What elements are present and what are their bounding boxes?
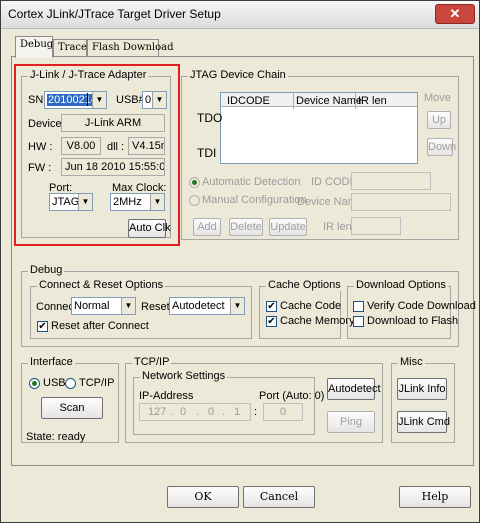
network-settings-legend: Network Settings — [140, 370, 228, 382]
cache-memory-checkbox[interactable]: ✔ — [266, 316, 277, 327]
up-button[interactable]: Up — [427, 111, 451, 129]
ok-button[interactable]: OK — [167, 486, 239, 508]
down-button[interactable]: Down — [427, 138, 456, 156]
ip-octet-4: 1 — [234, 406, 241, 418]
help-button[interactable]: Help — [399, 486, 471, 508]
window-title: Cortex JLink/JTrace Target Driver Setup — [8, 7, 221, 21]
dialog-window: Cortex JLink/JTrace Target Driver Setup … — [0, 0, 480, 523]
reset-value: Autodetect — [172, 300, 225, 312]
id-code-field[interactable] — [351, 172, 431, 190]
connect-select[interactable]: Normal ▼ — [71, 297, 136, 315]
tcpip-radio[interactable] — [65, 378, 76, 389]
tdo-label: TDO — [197, 111, 223, 125]
tab-trace[interactable]: Trace — [53, 39, 87, 57]
ip-dot: . — [222, 406, 226, 418]
tab-flash-download[interactable]: Flash Download — [87, 39, 173, 57]
usb-radio-label: USB — [43, 377, 66, 389]
table-header: IDCODE Device Name IR len — [221, 93, 417, 109]
scan-button[interactable]: Scan — [41, 397, 103, 419]
jlink-info-button[interactable]: JLink Info — [397, 378, 447, 400]
usb-radio[interactable] — [29, 378, 40, 389]
ping-button[interactable]: Ping — [327, 411, 375, 433]
device-name-field[interactable] — [351, 193, 451, 211]
ir-len-field[interactable] — [351, 217, 401, 235]
close-button[interactable]: ✕ — [435, 4, 475, 24]
misc-legend: Misc — [398, 356, 425, 368]
state-label: State: ready — [26, 431, 86, 443]
manual-config-label: Manual Configuration — [202, 194, 307, 206]
ip-address-field[interactable]: 127 . 0 . 0 . 1 — [139, 403, 251, 421]
highlight-box — [14, 64, 180, 246]
update-button[interactable]: Update — [269, 218, 307, 236]
cache-memory-label: Cache Memory — [280, 315, 355, 327]
column-ir-len: IR len — [355, 93, 387, 109]
port-auto-label: Port (Auto: 0) — [259, 390, 325, 402]
column-idcode: IDCODE — [227, 95, 270, 107]
verify-download-label: Verify Code Download — [367, 300, 476, 312]
auto-detect-radio[interactable] — [189, 177, 200, 188]
download-options-legend: Download Options — [354, 279, 448, 291]
move-label: Move — [424, 92, 451, 104]
ip-octet-2: 0 — [180, 406, 187, 418]
reset-after-connect-checkbox[interactable]: ✔ — [37, 321, 48, 332]
reset-after-connect-label: Reset after Connect — [51, 320, 149, 332]
jtag-legend: JTAG Device Chain — [188, 69, 288, 81]
ip-dot: . — [170, 406, 174, 418]
port-field[interactable]: 0 — [263, 403, 303, 421]
jtag-chain-table[interactable]: IDCODE Device Name IR len — [220, 92, 418, 164]
column-device-name: Device Name — [293, 93, 362, 109]
verify-download-checkbox[interactable] — [353, 301, 364, 312]
tab-debug[interactable]: Debug — [15, 36, 53, 58]
ip-octet-1: 127 — [148, 406, 167, 418]
tcpip-legend: TCP/IP — [132, 356, 172, 368]
tcpip-radio-label: TCP/IP — [79, 377, 115, 389]
jlink-cmd-button[interactable]: JLink Cmd — [397, 411, 450, 433]
add-button[interactable]: Add — [193, 218, 221, 236]
ip-port-separator: : — [254, 406, 258, 418]
cache-code-label: Cache Code — [280, 300, 342, 312]
tdi-label: TDI — [197, 146, 217, 160]
ip-address-label: IP-Address — [139, 390, 194, 402]
manual-config-radio[interactable] — [189, 195, 200, 206]
cancel-button[interactable]: Cancel — [243, 486, 315, 508]
debug-legend: Debug — [28, 264, 65, 276]
chevron-down-icon: ▼ — [230, 298, 244, 314]
chevron-down-icon: ▼ — [121, 298, 135, 314]
cache-code-checkbox[interactable]: ✔ — [266, 301, 277, 312]
interface-legend: Interface — [28, 356, 75, 368]
ip-octet-3: 0 — [208, 406, 215, 418]
download-options-group: Download Options — [347, 279, 451, 339]
download-flash-label: Download to Flash — [367, 315, 459, 327]
connect-reset-legend: Connect & Reset Options — [37, 279, 166, 291]
cache-options-group: Cache Options — [259, 279, 343, 339]
download-flash-checkbox[interactable] — [353, 316, 364, 327]
cache-options-legend: Cache Options — [266, 279, 343, 291]
auto-detect-label: Automatic Detection — [202, 176, 301, 188]
delete-button[interactable]: Delete — [229, 218, 263, 236]
autodetect-button[interactable]: Autodetect — [327, 378, 381, 400]
ip-dot: . — [196, 406, 200, 418]
title-bar: Cortex JLink/JTrace Target Driver Setup … — [1, 1, 479, 29]
reset-select[interactable]: Autodetect ▼ — [169, 297, 245, 315]
connect-value: Normal — [74, 300, 110, 312]
